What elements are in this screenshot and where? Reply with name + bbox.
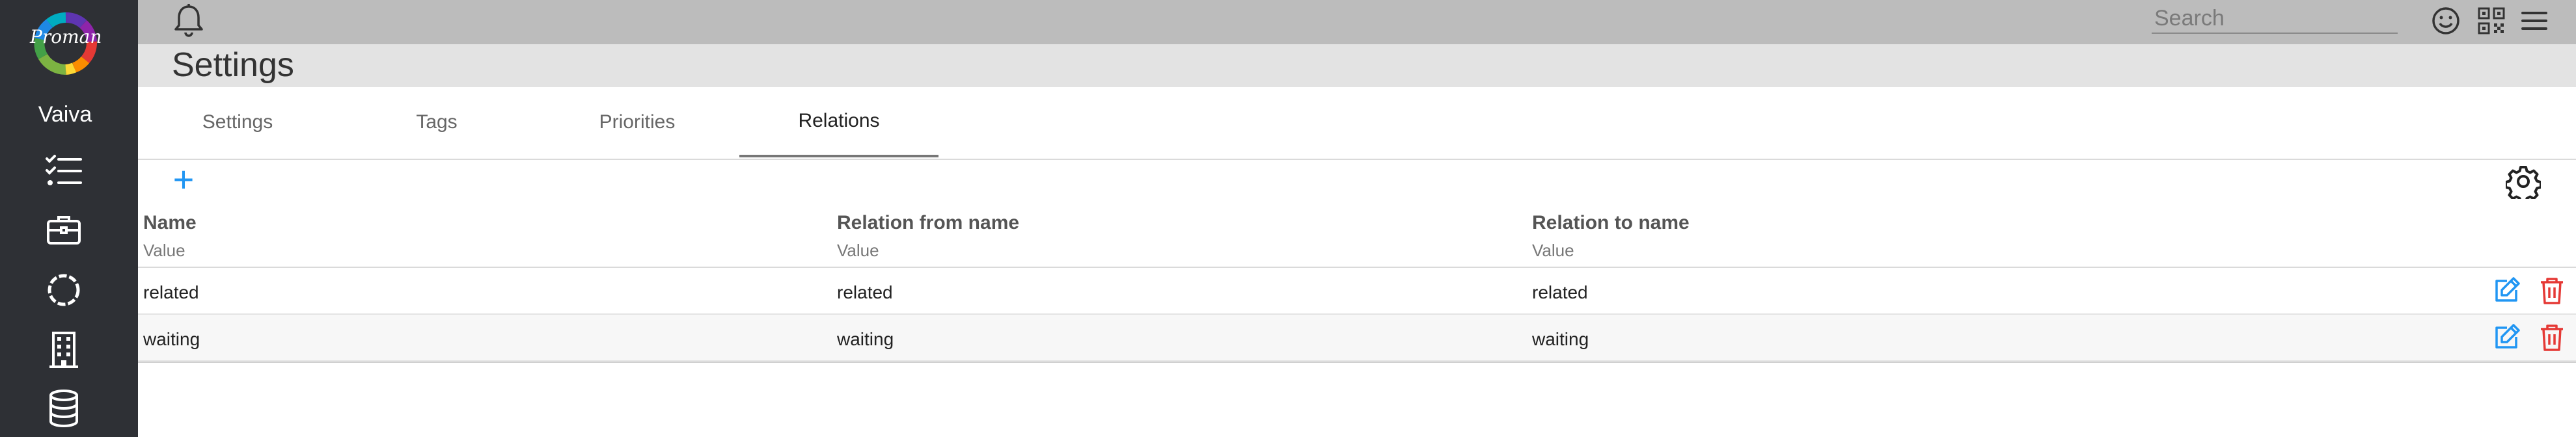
top-bar: [138, 0, 2576, 44]
delete-button[interactable]: [2536, 274, 2568, 307]
edit-icon: [2495, 324, 2520, 349]
trash-icon: [2541, 278, 2563, 304]
sidebar-item-processes[interactable]: [43, 269, 85, 311]
table-row[interactable]: related related related: [138, 268, 2576, 315]
column-header-relation-to[interactable]: Relation to name: [1532, 212, 1690, 234]
gear-icon: [2506, 166, 2541, 199]
logo-text: Proman: [30, 26, 102, 47]
sidebar: Proman Vaiva: [0, 0, 138, 437]
page-title: Settings: [172, 46, 294, 84]
table-bottom-border: [138, 362, 2576, 363]
main-menu-button[interactable]: [2516, 3, 2553, 39]
cell-relation-from: waiting: [837, 329, 894, 349]
cell-name: related: [143, 282, 199, 302]
tab-tags[interactable]: Tags: [337, 87, 536, 157]
tab-settings[interactable]: Settings: [138, 87, 337, 157]
user-name[interactable]: Vaiva: [0, 102, 130, 127]
table-settings-button[interactable]: [2506, 164, 2541, 199]
database-icon: [49, 390, 78, 427]
cell-relation-to: waiting: [1532, 329, 1589, 349]
edit-button[interactable]: [2490, 321, 2523, 354]
trash-icon: [2541, 324, 2563, 351]
tab-bar: Settings Tags Priorities Relations: [138, 87, 2576, 160]
edit-button[interactable]: [2490, 274, 2523, 307]
sidebar-item-tasks[interactable]: [43, 151, 85, 192]
title-bar: Settings: [138, 44, 2576, 87]
app-logo[interactable]: Proman: [30, 8, 102, 79]
smiley-icon: [2432, 7, 2460, 34]
edit-icon: [2495, 277, 2520, 302]
table-row[interactable]: waiting waiting waiting: [138, 315, 2576, 362]
hamburger-menu-icon: [2521, 12, 2547, 30]
tab-relations[interactable]: Relations: [739, 87, 939, 157]
delete-button[interactable]: [2536, 321, 2568, 354]
cell-relation-to: related: [1532, 282, 1588, 302]
qr-code-button[interactable]: [2473, 3, 2510, 39]
bell-icon: [174, 4, 203, 37]
qr-code-icon: [2478, 7, 2505, 34]
dashed-circle-icon: [48, 274, 80, 306]
relation-from-filter-input[interactable]: [837, 238, 1488, 263]
feedback-button[interactable]: [2428, 3, 2464, 39]
add-relation-button[interactable]: +: [165, 161, 202, 199]
column-header-relation-from[interactable]: Relation from name: [837, 212, 1019, 234]
notifications-button[interactable]: [169, 1, 208, 40]
briefcase-icon: [47, 216, 81, 245]
sidebar-item-data[interactable]: [43, 388, 85, 429]
name-filter-input[interactable]: [143, 238, 794, 263]
cell-relation-from: related: [837, 282, 893, 302]
search-input[interactable]: [2152, 4, 2398, 34]
building-icon: [49, 332, 78, 368]
cell-name: waiting: [143, 329, 200, 349]
sidebar-item-projects[interactable]: [43, 209, 85, 251]
checklist-icon: [46, 155, 82, 185]
column-header-name[interactable]: Name: [143, 212, 197, 234]
relation-to-filter-input[interactable]: [1532, 238, 2183, 263]
sidebar-item-organizations[interactable]: [43, 329, 85, 371]
tab-priorities[interactable]: Priorities: [538, 87, 737, 157]
